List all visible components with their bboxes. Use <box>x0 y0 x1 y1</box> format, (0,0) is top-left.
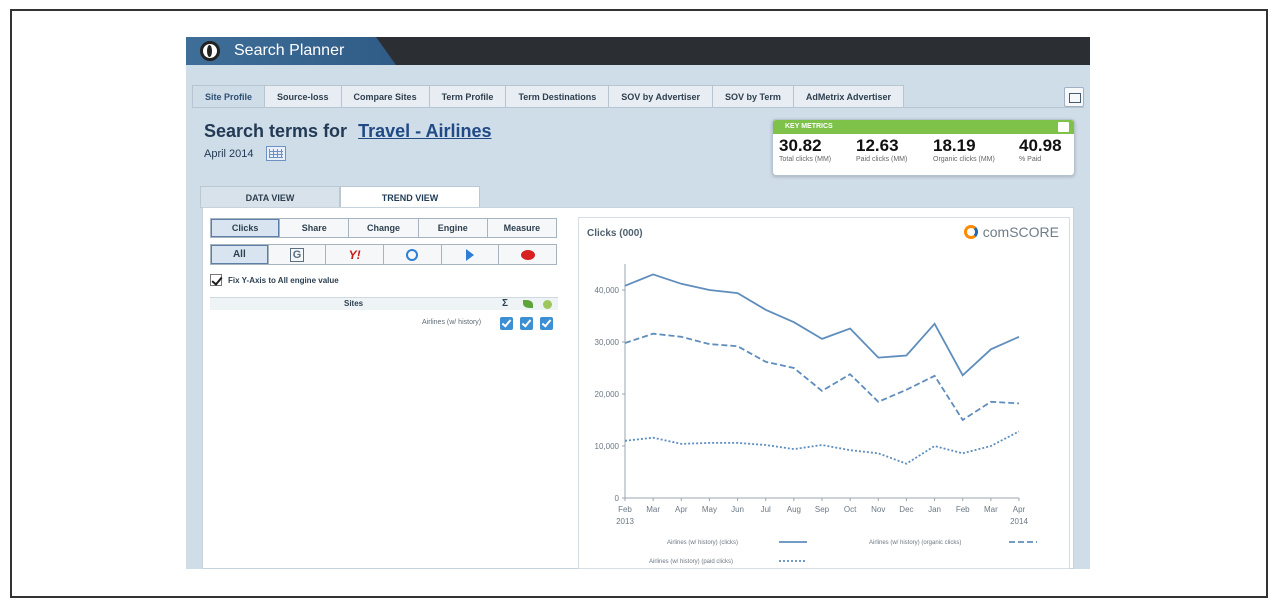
line-chart: 0 10,000 20,000 30,000 40,000 Feb 2013 Mar Apr Ma… <box>595 264 1037 565</box>
measure-button[interactable]: Measure <box>486 218 558 238</box>
y-tick-label: 40,000 <box>595 286 620 295</box>
tab-admetrix-advertiser[interactable]: AdMetrix Advertiser <box>792 85 905 107</box>
sites-header: Sites Σ <box>210 297 558 310</box>
fix-y-axis-option: Fix Y-Axis to All engine value <box>210 274 339 286</box>
tab-trend-view[interactable]: TREND VIEW <box>340 186 480 208</box>
key-metrics-header: KEY METRICS <box>773 120 1074 134</box>
x-tick-label: Apr <box>675 505 688 514</box>
paid-checkbox[interactable] <box>540 317 553 330</box>
x-tick-label: Oct <box>844 505 857 514</box>
paid-icon <box>543 300 552 309</box>
x-tick-label: Feb <box>956 505 970 514</box>
share-button[interactable]: Share <box>279 218 350 238</box>
x-tick-label: May <box>702 505 717 514</box>
key-metrics-card: KEY METRICS 30.82 Total clicks (MM) 12.6… <box>772 119 1075 176</box>
tabs-divider <box>192 107 1084 108</box>
x-tick-label: Dec <box>899 505 913 514</box>
engine-button[interactable]: Engine <box>417 218 488 238</box>
x-tick-label: Aug <box>787 505 801 514</box>
main-tabs: Site Profile Source-loss Compare Sites Term… <box>192 85 905 107</box>
page-title-prefix: Search terms for <box>204 121 348 141</box>
site-name: Airlines (w/ history) <box>422 319 482 326</box>
sigma-icon: Σ <box>502 298 509 309</box>
x-tick-label: Mar <box>646 505 660 514</box>
aol-icon <box>520 249 535 260</box>
clicks-button[interactable]: Clicks <box>210 218 281 238</box>
total-checkbox[interactable] <box>500 317 513 330</box>
app-header: Search Planner <box>186 37 1090 65</box>
fix-y-axis-checkbox[interactable] <box>210 274 222 286</box>
x-tick-label: Nov <box>871 505 885 514</box>
date-label: April 2014 <box>204 148 254 160</box>
metric-value: 40.98 <box>1019 136 1062 155</box>
metric-selector: Clicks Share Change Engine Measure <box>210 218 558 238</box>
metric-value: 12.63 <box>856 136 899 155</box>
page-title: Search terms for Travel - Airlines <box>204 121 491 142</box>
bing-button[interactable] <box>383 244 442 265</box>
legend-label: Airlines (w/ history) (clicks) <box>667 540 738 546</box>
engine-selector: All G Y! <box>210 244 558 265</box>
metric-paid-clicks: 12.63 Paid clicks (MM) <box>856 137 932 165</box>
series-line-dotted <box>624 430 1020 465</box>
yahoo-button[interactable]: Y! <box>325 244 385 265</box>
metric-value: 30.82 <box>779 136 822 155</box>
ask-icon <box>466 248 475 261</box>
x-tick-label: 2014 <box>1010 517 1028 526</box>
app-logo-icon <box>200 41 220 61</box>
metric-label: Paid clicks (MM) <box>856 156 908 163</box>
x-tick-label: Feb <box>618 505 632 514</box>
y-tick-label: 0 <box>615 494 620 503</box>
view-tabs: DATA VIEW TREND VIEW <box>200 186 480 208</box>
x-tick-label: Jun <box>731 505 744 514</box>
legend-label: Airlines (w/ history) (organic clicks) <box>869 540 961 546</box>
x-tick-label: Sep <box>815 505 830 514</box>
x-tick-label: Jan <box>928 505 941 514</box>
organic-checkbox[interactable] <box>520 317 533 330</box>
metric-total-clicks: 30.82 Total clicks (MM) <box>779 137 855 165</box>
export-icon[interactable] <box>1058 122 1069 132</box>
y-tick-label: 20,000 <box>595 390 620 399</box>
y-tick-label: 30,000 <box>595 338 620 347</box>
series-line-dashed <box>624 332 1020 422</box>
all-engines-button[interactable]: All <box>210 244 269 265</box>
x-tick-label: Jul <box>761 505 771 514</box>
ask-button[interactable] <box>440 244 500 265</box>
google-icon: G <box>290 247 304 262</box>
google-button[interactable]: G <box>267 244 327 265</box>
tab-term-profile[interactable]: Term Profile <box>428 85 507 107</box>
metric-label: Organic clicks (MM) <box>933 156 995 163</box>
calendar-icon[interactable] <box>266 146 286 161</box>
x-tick-label: Mar <box>984 505 998 514</box>
tab-data-view[interactable]: DATA VIEW <box>200 186 340 208</box>
metric-label: % Paid <box>1019 156 1042 163</box>
change-button[interactable]: Change <box>348 218 419 238</box>
tab-sov-by-advertiser[interactable]: SOV by Advertiser <box>608 85 713 107</box>
tab-compare-sites[interactable]: Compare Sites <box>340 85 430 107</box>
metric-value: 18.19 <box>933 136 976 155</box>
chart-panel: Clicks (000) comSCORE 0 10,000 20,000 30,00… <box>578 217 1070 569</box>
fix-y-axis-label: Fix Y-Axis to All engine value <box>228 275 339 285</box>
series-line-solid <box>624 273 1020 377</box>
app-title: Search Planner <box>234 42 345 59</box>
bing-icon <box>406 248 419 261</box>
aol-button[interactable] <box>498 244 558 265</box>
x-tick-label: 2013 <box>616 517 634 526</box>
tab-site-profile[interactable]: Site Profile <box>192 85 266 107</box>
organic-icon <box>523 300 533 308</box>
tab-term-destinations[interactable]: Term Destinations <box>505 85 610 107</box>
legend-label: Airlines (w/ history) (paid clicks) <box>649 559 733 565</box>
metric-percent-paid: 40.98 % Paid <box>1019 137 1071 165</box>
sites-header-label: Sites <box>344 299 364 308</box>
tab-source-loss[interactable]: Source-loss <box>264 85 342 107</box>
y-tick-label: 10,000 <box>595 442 620 451</box>
x-tick-label: Apr <box>1013 505 1026 514</box>
tab-sov-by-term[interactable]: SOV by Term <box>712 85 794 107</box>
panel-toggle-icon[interactable] <box>1064 87 1084 107</box>
topic-link[interactable]: Travel - Airlines <box>358 121 491 141</box>
metric-organic-clicks: 18.19 Organic clicks (MM) <box>933 137 1009 165</box>
yahoo-icon: Y! <box>348 247 361 262</box>
site-row: Airlines (w/ history) <box>210 316 558 332</box>
metric-label: Total clicks (MM) <box>779 156 832 163</box>
